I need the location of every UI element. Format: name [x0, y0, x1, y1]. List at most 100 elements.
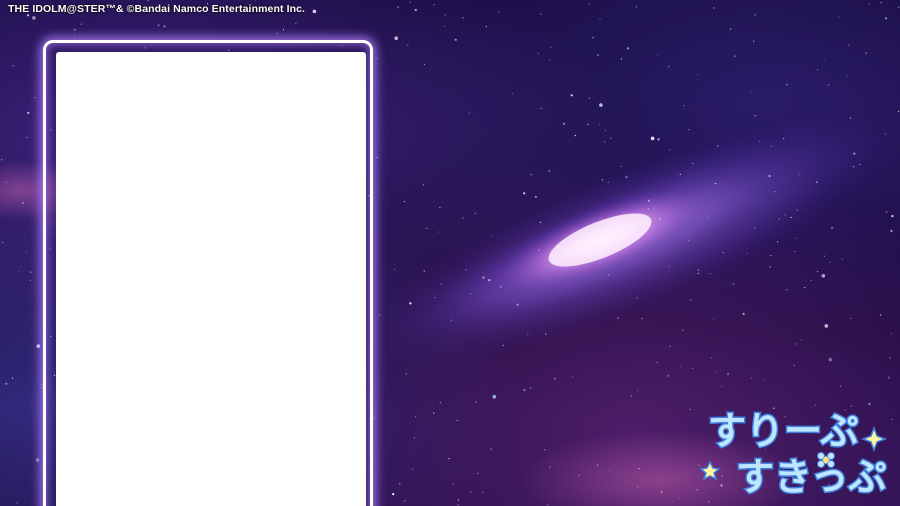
- star: [457, 499, 459, 501]
- star: [570, 94, 573, 97]
- star: [641, 220, 643, 222]
- star: [617, 317, 619, 319]
- star: [12, 65, 14, 67]
- star: [295, 22, 297, 24]
- star: [712, 318, 715, 320]
- star: [450, 319, 452, 321]
- star: [544, 449, 546, 451]
- star: [742, 312, 745, 315]
- star: [784, 214, 786, 216]
- star: [475, 401, 477, 403]
- star: [734, 55, 736, 57]
- star: [548, 170, 550, 172]
- star: [34, 96, 36, 99]
- star: [426, 227, 428, 229]
- star: [801, 339, 803, 341]
- star: [534, 195, 538, 198]
- star: [890, 229, 893, 232]
- star: [407, 44, 409, 46]
- star: [732, 283, 735, 285]
- star: [657, 138, 660, 141]
- star: [708, 501, 710, 503]
- star: [853, 152, 856, 155]
- star: [661, 491, 663, 493]
- star: [404, 500, 406, 502]
- star: [679, 173, 681, 175]
- star: [668, 266, 670, 268]
- star: [796, 209, 799, 211]
- star: [828, 357, 833, 362]
- star: [409, 1, 411, 4]
- star: [630, 395, 633, 397]
- star: [597, 464, 599, 466]
- star: [692, 162, 694, 164]
- star: [604, 130, 607, 132]
- star: [444, 14, 446, 16]
- star: [849, 117, 852, 119]
- star: [688, 129, 690, 131]
- star: [490, 448, 492, 450]
- star: [884, 133, 886, 135]
- star: [751, 377, 753, 379]
- star: [777, 241, 779, 243]
- star: [778, 218, 780, 220]
- star: [599, 18, 601, 20]
- logo-line-1: すりーぷ: [708, 409, 858, 453]
- star: [669, 345, 671, 347]
- star: [530, 174, 532, 176]
- star: [790, 216, 792, 219]
- star: [816, 181, 818, 183]
- star: [641, 318, 643, 320]
- star: [502, 344, 504, 346]
- star: [608, 469, 610, 471]
- star: [530, 387, 532, 389]
- star: [439, 206, 441, 209]
- star: [769, 266, 771, 268]
- star: [687, 239, 689, 241]
- star: [885, 17, 888, 20]
- star: [73, 28, 76, 31]
- star: [601, 179, 604, 181]
- star: [379, 314, 381, 316]
- star: [823, 58, 825, 60]
- star: [36, 344, 41, 348]
- star: [620, 58, 623, 60]
- star: [798, 173, 801, 175]
- star: [637, 486, 639, 488]
- star: [413, 437, 415, 439]
- star: [638, 468, 640, 470]
- star: [433, 412, 435, 414]
- star: [599, 124, 601, 126]
- star: [795, 237, 797, 239]
- star: [786, 289, 788, 291]
- star: [768, 174, 771, 178]
- star: [754, 227, 756, 229]
- star: [690, 299, 692, 301]
- star: [762, 379, 765, 381]
- star: [511, 93, 513, 95]
- star: [457, 504, 459, 506]
- star: [554, 378, 556, 380]
- star: [470, 293, 472, 295]
- star: [1, 159, 3, 161]
- star: [415, 416, 417, 418]
- star: [709, 273, 711, 275]
- star: [500, 286, 502, 288]
- star: [539, 221, 542, 223]
- star: [482, 276, 485, 279]
- star: [754, 14, 756, 16]
- star: [840, 385, 842, 387]
- star: [491, 235, 493, 237]
- star: [549, 466, 551, 468]
- star: [523, 389, 526, 392]
- star: [717, 145, 719, 147]
- star: [405, 373, 407, 375]
- sleep-skip-logo: すりーぷ すきっぷ: [699, 408, 888, 500]
- star: [689, 408, 691, 410]
- star: [462, 17, 464, 19]
- star: [444, 25, 446, 27]
- star: [474, 212, 476, 214]
- star: [620, 165, 622, 167]
- star: [16, 502, 18, 504]
- star: [707, 216, 709, 218]
